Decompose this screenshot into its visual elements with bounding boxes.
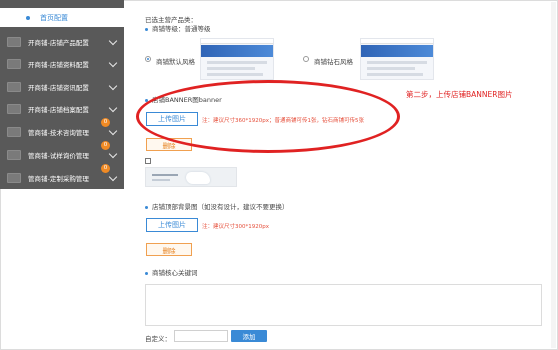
- custom-keyword-label: 自定义：: [145, 335, 171, 343]
- style-diamond-label[interactable]: 商铺钻石风格: [314, 56, 353, 66]
- bullet-icon: [145, 27, 148, 31]
- delete-bg-button[interactable]: 删除: [146, 243, 192, 256]
- bullet-icon: [145, 271, 148, 275]
- sidebar-item-tech-consult[interactable]: 管商铺-技术咨询管理 0: [0, 118, 124, 143]
- sidebar-item-profile-config[interactable]: 开商铺-店铺资料配置: [0, 53, 124, 75]
- folder-icon: [7, 37, 21, 47]
- sidebar-item-label: 开商铺-店铺资讯配置: [28, 84, 89, 92]
- style-default-thumbnail[interactable]: [200, 38, 274, 80]
- bullet-icon: [26, 15, 30, 20]
- shop-level-label: 商铺等级：普通等级: [145, 23, 211, 33]
- bullet-icon: [145, 205, 148, 209]
- style-default-label[interactable]: 商铺默认风格: [156, 56, 195, 66]
- chevron-down-icon: [108, 172, 118, 182]
- count-badge: 0: [101, 141, 110, 150]
- sidebar-item-custom-purchase[interactable]: 管商铺-定制采购管理 0: [0, 164, 124, 189]
- folder-icon: [7, 82, 21, 92]
- sidebar-item-home[interactable]: 首页配置: [0, 8, 124, 27]
- main-content: 已选主营产品类： 商铺等级：普通等级 商铺默认风格 商铺钻石风格 店铺BANNE…: [138, 0, 548, 350]
- sidebar-item-archive-config[interactable]: 开商铺-店铺档案配置: [0, 98, 124, 120]
- sidebar-item-news-config[interactable]: 开商铺-店铺资讯配置: [0, 76, 124, 98]
- folder-icon: [7, 127, 21, 137]
- chevron-down-icon: [108, 103, 118, 113]
- banner-select-checkbox[interactable]: [145, 158, 151, 164]
- sidebar-item-label: 管商铺-技术咨询管理: [28, 129, 89, 137]
- banner-preview-image: [145, 167, 237, 187]
- folder-icon: [7, 59, 21, 69]
- keywords-textarea[interactable]: [145, 284, 542, 326]
- style-diamond-thumbnail[interactable]: [360, 38, 434, 80]
- bg-note: 注：建议尺寸300*1920px: [202, 224, 269, 230]
- chevron-down-icon: [108, 149, 118, 159]
- style-default-radio[interactable]: [145, 56, 151, 62]
- sidebar-item-label: 管商铺-试样询价管理: [28, 152, 89, 160]
- folder-icon: [7, 104, 21, 114]
- folder-icon: [7, 150, 21, 160]
- style-diamond-radio[interactable]: [303, 56, 309, 62]
- upload-bg-button[interactable]: 上传图片: [146, 218, 198, 232]
- sidebar: 首页配置 开商铺-店铺产品配置 开商铺-店铺资料配置 开商铺-店铺资讯配置 开商…: [0, 0, 124, 189]
- sidebar-item-label: 开商铺-店铺档案配置: [28, 106, 89, 114]
- annotation-text: 第二步，上传店铺BANNER图片: [406, 90, 513, 99]
- sidebar-item-label: 开商铺-店铺产品配置: [28, 39, 89, 47]
- sidebar-item-label: 首页配置: [40, 13, 68, 22]
- chevron-down-icon: [108, 58, 118, 68]
- folder-icon: [7, 173, 21, 183]
- custom-keyword-input[interactable]: [174, 330, 228, 342]
- sidebar-item-label: 开商铺-店铺资料配置: [28, 61, 89, 69]
- sidebar-item-label: 管商铺-定制采购管理: [28, 175, 89, 183]
- count-badge: 0: [101, 164, 110, 173]
- bg-section-title: 店铺顶部背景图（如没有设计，建议不要更换）: [145, 201, 289, 211]
- add-keyword-button[interactable]: 添加: [231, 330, 267, 342]
- chevron-down-icon: [108, 126, 118, 136]
- count-badge: 0: [101, 118, 110, 127]
- scrollbar[interactable]: [551, 2, 556, 348]
- chevron-down-icon: [108, 36, 118, 46]
- sidebar-item-sample-inquiry[interactable]: 管商铺-试样询价管理 0: [0, 141, 124, 166]
- chevron-down-icon: [108, 81, 118, 91]
- keywords-section-title: 商铺核心关键词: [145, 267, 198, 277]
- annotation-ellipse: [136, 80, 400, 153]
- sidebar-item-product-config[interactable]: 开商铺-店铺产品配置: [0, 31, 124, 53]
